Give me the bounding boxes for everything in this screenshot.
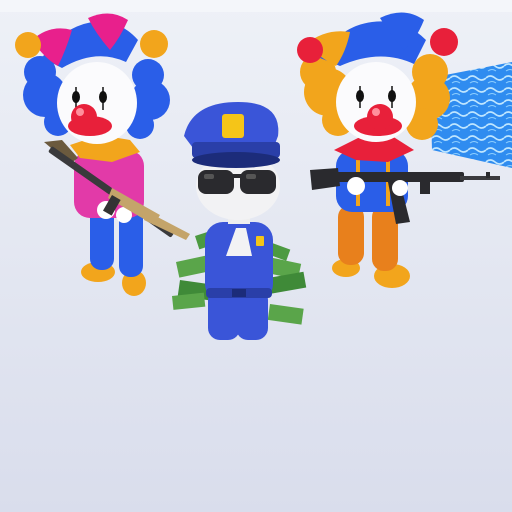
game-scene (0, 0, 512, 512)
back-wall-strip (0, 0, 512, 12)
clown-right-hat-ball (297, 37, 323, 63)
clown-right-hair (412, 54, 448, 90)
clown-right-leg (338, 205, 364, 265)
clown-right-hand (392, 180, 408, 196)
clown-right-hand (347, 177, 365, 195)
clown-right-hat-ball (430, 28, 458, 56)
clown-right-nose-shine (372, 108, 380, 116)
clown-left-hat-ball (140, 30, 168, 58)
clown-left-hat-ball (15, 32, 41, 58)
scene-canvas (0, 0, 512, 512)
clown-right-leg (372, 205, 398, 271)
officer-badge (256, 236, 264, 246)
officer-belt-buckle (232, 289, 246, 297)
officer-hat-badge (222, 114, 244, 138)
officer-hat-brim (192, 152, 280, 168)
clown-left-hair (132, 59, 164, 91)
clown-right-nose (367, 104, 393, 130)
clown-left-nose (71, 104, 97, 130)
clown-left-nose-shine (76, 108, 84, 116)
